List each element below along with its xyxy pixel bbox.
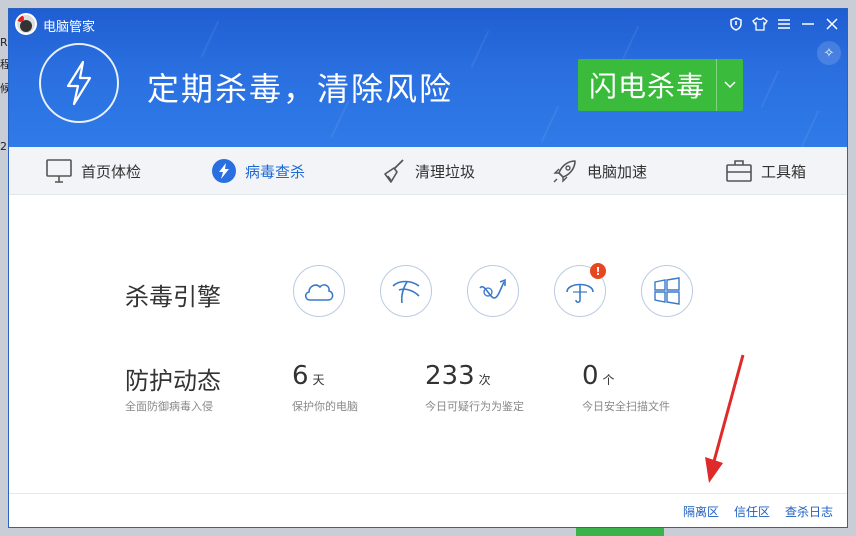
protection-label: 防护动态 <box>125 367 221 395</box>
quick-scan-button[interactable]: 闪电杀毒 <box>578 59 743 111</box>
nav-item-label: 电脑加速 <box>587 162 648 181</box>
stat-suspicious: 233 次 <box>425 361 491 391</box>
stat-scanned-files: 0个 <box>582 361 615 391</box>
stat-caption: 今日安全扫描文件 <box>582 400 670 413</box>
app-logo-icon <box>15 13 37 35</box>
curve-arrow-icon[interactable] <box>467 265 519 317</box>
stat-caption: 今日可疑行为为鉴定 <box>425 400 524 413</box>
nav-item-label: 病毒查杀 <box>245 162 306 181</box>
lightning-icon <box>212 159 236 183</box>
protection-sublabel: 全面防御病毒入侵 <box>125 400 213 413</box>
monitor-icon <box>46 159 72 183</box>
windows-icon[interactable] <box>641 265 693 317</box>
backdrop-text: R <box>0 36 8 49</box>
backdrop-text: 2 <box>0 140 7 153</box>
stat-value: 6 <box>292 361 309 391</box>
annotation-arrow-icon <box>705 354 745 483</box>
nav-speed-up[interactable]: 电脑加速 <box>551 147 647 195</box>
stat-value: 233 <box>425 361 475 391</box>
cloud-icon[interactable] <box>293 265 345 317</box>
stat-caption: 保护你的电脑 <box>292 400 358 413</box>
nav-virus-scan[interactable]: 病毒查杀 <box>211 147 305 195</box>
engine-label: 杀毒引擎 <box>125 283 221 311</box>
stat-days: 6天 <box>292 361 325 391</box>
stat-unit: 天 <box>312 373 325 387</box>
trust-zone-link[interactable]: 信任区 <box>734 503 770 520</box>
shield-icon[interactable] <box>727 15 745 33</box>
stat-value: 0 <box>582 361 599 391</box>
toolbox-icon <box>726 160 752 182</box>
quick-scan-label: 闪电杀毒 <box>588 70 705 103</box>
stat-unit: 次 <box>478 373 491 387</box>
nav-clean-junk[interactable]: 清理垃圾 <box>381 147 475 195</box>
sparkle-icon[interactable]: ✧ <box>817 41 841 65</box>
header-banner: 电脑管家 ✧ 定期杀毒，清除风险 闪电杀毒 <box>9 9 847 147</box>
warning-badge-icon: ! <box>590 263 606 279</box>
minimize-icon[interactable] <box>799 15 817 33</box>
app-window: 电脑管家 ✧ 定期杀毒，清除风险 闪电杀毒 首页体检 病毒查杀 清理垃圾 电脑加… <box>8 8 848 528</box>
chevron-down-icon[interactable] <box>716 59 743 111</box>
hero-slogan: 定期杀毒，清除风险 <box>147 70 454 108</box>
nav-item-label: 首页体检 <box>81 162 142 181</box>
scan-log-link[interactable]: 查杀日志 <box>785 503 833 520</box>
footer-divider <box>9 493 847 494</box>
shirt-icon[interactable] <box>751 15 769 33</box>
window-controls <box>727 15 841 33</box>
close-icon[interactable] <box>823 15 841 33</box>
stat-unit: 个 <box>602 373 615 387</box>
app-title: 电脑管家 <box>43 20 96 35</box>
lightning-emblem-icon <box>39 43 119 123</box>
broom-icon <box>384 159 404 183</box>
rocket-icon <box>553 160 576 183</box>
nav-item-label: 清理垃圾 <box>415 162 476 181</box>
title-bar: 电脑管家 <box>9 9 847 39</box>
nav-home-checkup[interactable]: 首页体检 <box>45 147 141 195</box>
wave-icon[interactable] <box>380 265 432 317</box>
quarantine-link[interactable]: 隔离区 <box>683 503 719 520</box>
main-nav: 首页体检 病毒查杀 清理垃圾 电脑加速 工具箱 <box>9 147 847 195</box>
nav-item-label: 工具箱 <box>761 162 807 181</box>
nav-toolbox[interactable]: 工具箱 <box>725 147 806 195</box>
menu-icon[interactable] <box>775 15 793 33</box>
